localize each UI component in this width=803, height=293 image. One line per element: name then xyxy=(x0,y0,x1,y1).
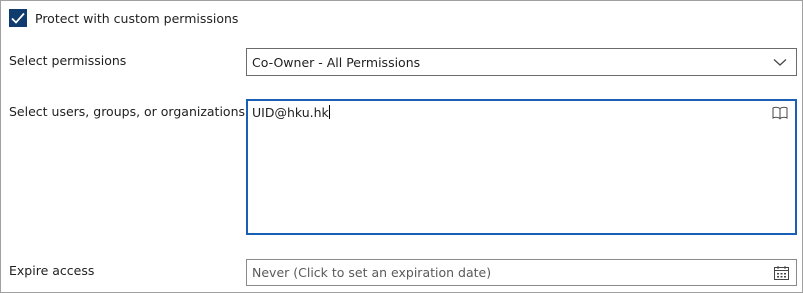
users-input[interactable]: UID@hku.hk xyxy=(246,99,797,235)
protect-custom-permissions-label[interactable]: Protect with custom permissions xyxy=(35,11,238,26)
calendar-icon[interactable] xyxy=(774,265,789,280)
select-users-label: Select users, groups, or organizations xyxy=(9,104,246,119)
expiration-date-placeholder: Never (Click to set an expiration date) xyxy=(252,265,492,280)
permissions-panel: Protect with custom permissions Select p… xyxy=(0,0,803,293)
chevron-down-icon[interactable] xyxy=(773,57,787,67)
expire-access-label: Expire access xyxy=(9,263,95,278)
users-input-value: UID@hku.hk xyxy=(252,105,330,120)
permissions-dropdown[interactable]: Co-Owner - All Permissions xyxy=(246,48,797,76)
address-book-icon[interactable] xyxy=(772,106,788,120)
checkmark-icon xyxy=(11,12,25,24)
protect-custom-permissions-checkbox[interactable] xyxy=(9,9,27,27)
text-caret xyxy=(328,105,330,119)
protect-custom-permissions-row[interactable]: Protect with custom permissions xyxy=(9,8,238,28)
select-permissions-label: Select permissions xyxy=(9,53,127,68)
permissions-dropdown-value: Co-Owner - All Permissions xyxy=(252,54,421,70)
expiration-date-input[interactable]: Never (Click to set an expiration date) xyxy=(246,259,797,286)
